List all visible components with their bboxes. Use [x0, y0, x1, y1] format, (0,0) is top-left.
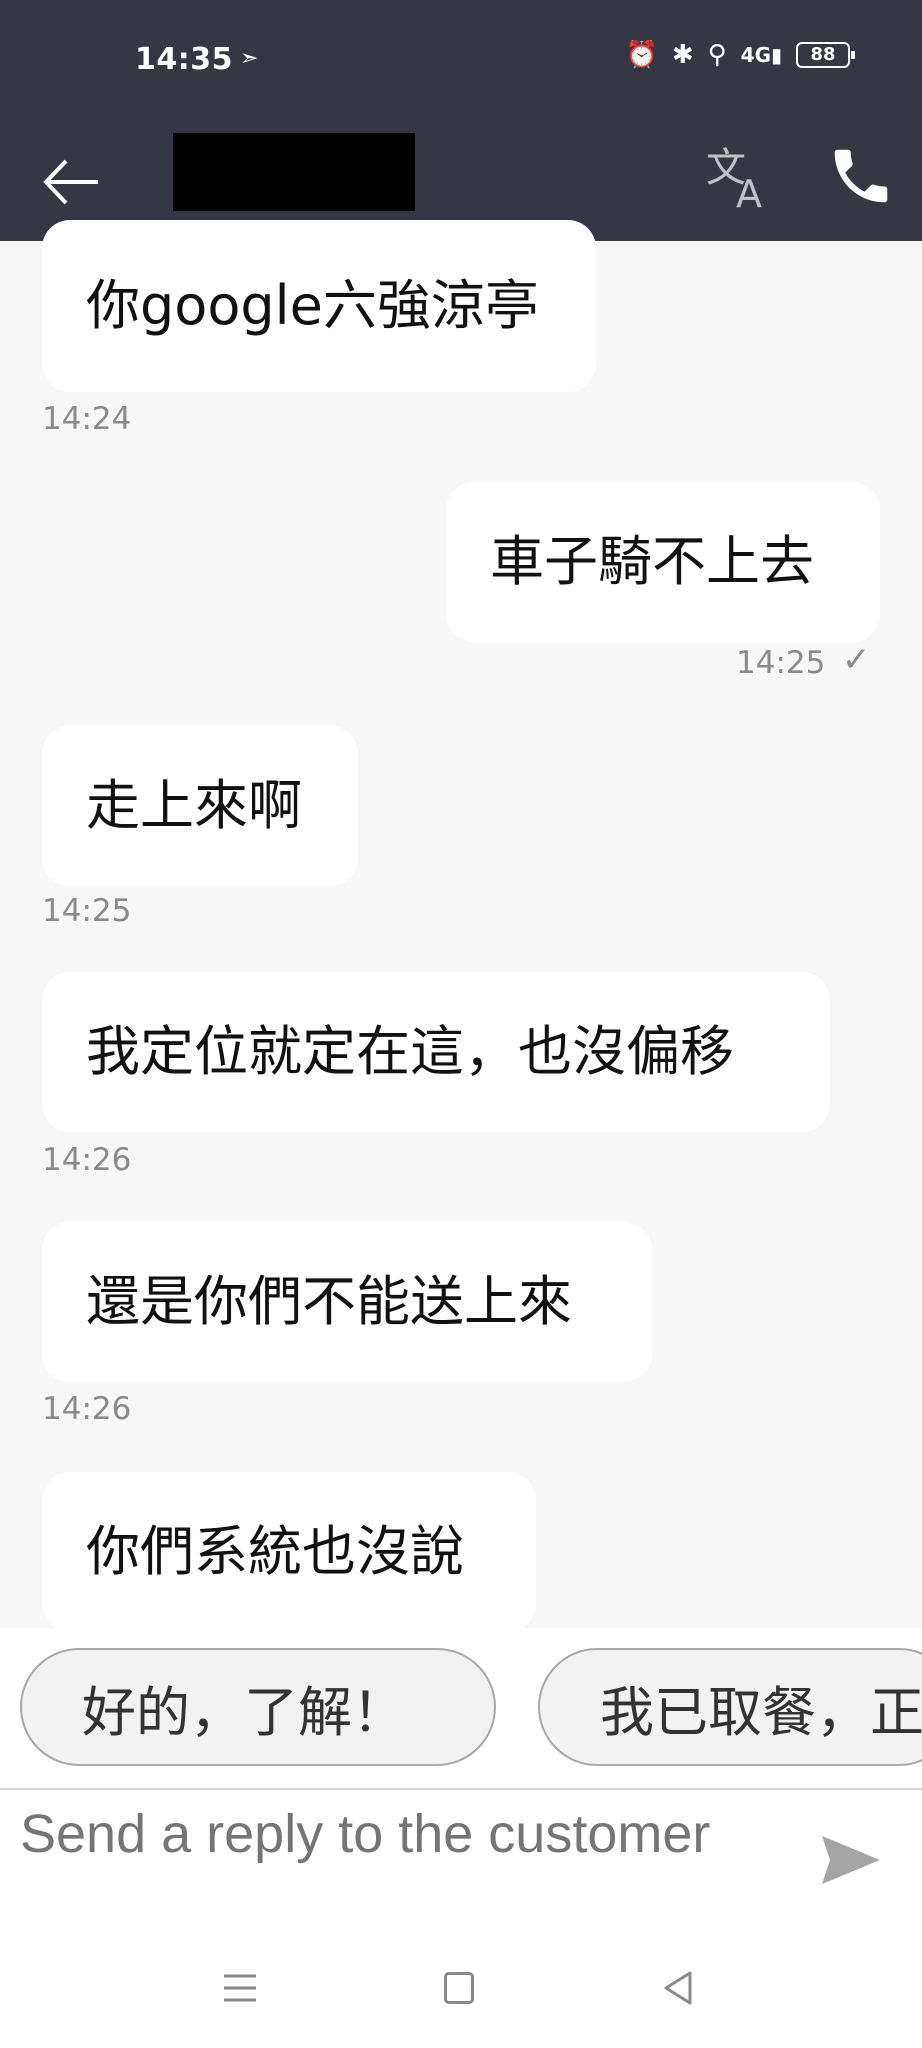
message-bubble-incoming: 你們系統也沒說: [42, 1472, 536, 1632]
message-bubble-incoming: 走上來啊: [42, 726, 358, 886]
message-time: 14:26: [42, 1142, 132, 1178]
signal-4g-icon: 4G▮: [740, 43, 782, 67]
alarm-icon: ⏰: [625, 40, 658, 70]
message-text: 你們系統也沒說: [86, 1520, 464, 1583]
message-time: 14:25: [736, 645, 826, 681]
home-button[interactable]: [444, 1972, 474, 2004]
message-bubble-outgoing: 車子騎不上去: [446, 482, 880, 642]
message-text: 還是你們不能送上來: [86, 1270, 572, 1333]
location-icon: ⚲: [707, 40, 727, 70]
status-time: 14:35: [135, 42, 233, 77]
message-bubble-incoming: 還是你們不能送上來: [42, 1222, 652, 1382]
send-icon: [822, 1836, 880, 1884]
status-bar: 14:35 ➣ ⏰ ✱ ⚲ 4G▮ 88: [0, 0, 922, 125]
send-button[interactable]: [820, 1834, 882, 1886]
battery-icon: 88: [796, 42, 855, 68]
call-button[interactable]: [826, 141, 896, 211]
message-text: 我定位就定在這，也沒偏移: [86, 1020, 734, 1083]
translate-button[interactable]: 文 A: [700, 141, 780, 216]
contact-name-redacted: [173, 133, 415, 211]
arrow-left-icon: [43, 159, 98, 205]
recent-apps-button[interactable]: [222, 1972, 258, 2004]
quick-reply-chip[interactable]: 好的，了解！: [20, 1648, 496, 1766]
reply-input[interactable]: [20, 1800, 780, 1960]
phone-icon: [834, 149, 888, 203]
status-icons: ⏰ ✱ ⚲ 4G▮ 88: [625, 40, 855, 70]
message-text: 走上來啊: [86, 774, 302, 837]
translate-icon: 文 A: [706, 145, 762, 216]
svg-text:A: A: [736, 172, 762, 213]
quick-reply-label: 好的，了解！: [82, 1680, 406, 1744]
quick-reply-label: 我已取餐，正: [600, 1680, 922, 1744]
check-icon: ✓: [842, 640, 871, 680]
message-time: 14:25: [42, 893, 132, 929]
nav-back-button[interactable]: [662, 1970, 694, 2006]
message-bubble-incoming: 你google六強涼亭: [42, 220, 596, 392]
menu-icon: [224, 1974, 256, 2002]
bluetooth-icon: ✱: [671, 40, 694, 70]
back-button[interactable]: [38, 147, 108, 217]
system-nav-bar: [0, 1940, 922, 2048]
message-bubble-incoming: 我定位就定在這，也沒偏移: [42, 972, 830, 1132]
divider: [0, 1788, 922, 1790]
message-time: 14:26: [42, 1391, 132, 1427]
message-text: 你google六強涼亭: [86, 274, 539, 337]
triangle-back-icon: [664, 1971, 692, 2005]
message-text: 車子騎不上去: [490, 530, 814, 593]
quick-reply-chip[interactable]: 我已取餐，正: [538, 1648, 922, 1766]
message-time: 14:24: [42, 401, 132, 437]
quick-replies: 好的，了解！ 我已取餐，正: [0, 1628, 922, 1788]
send-icon: ➣: [240, 46, 259, 71]
